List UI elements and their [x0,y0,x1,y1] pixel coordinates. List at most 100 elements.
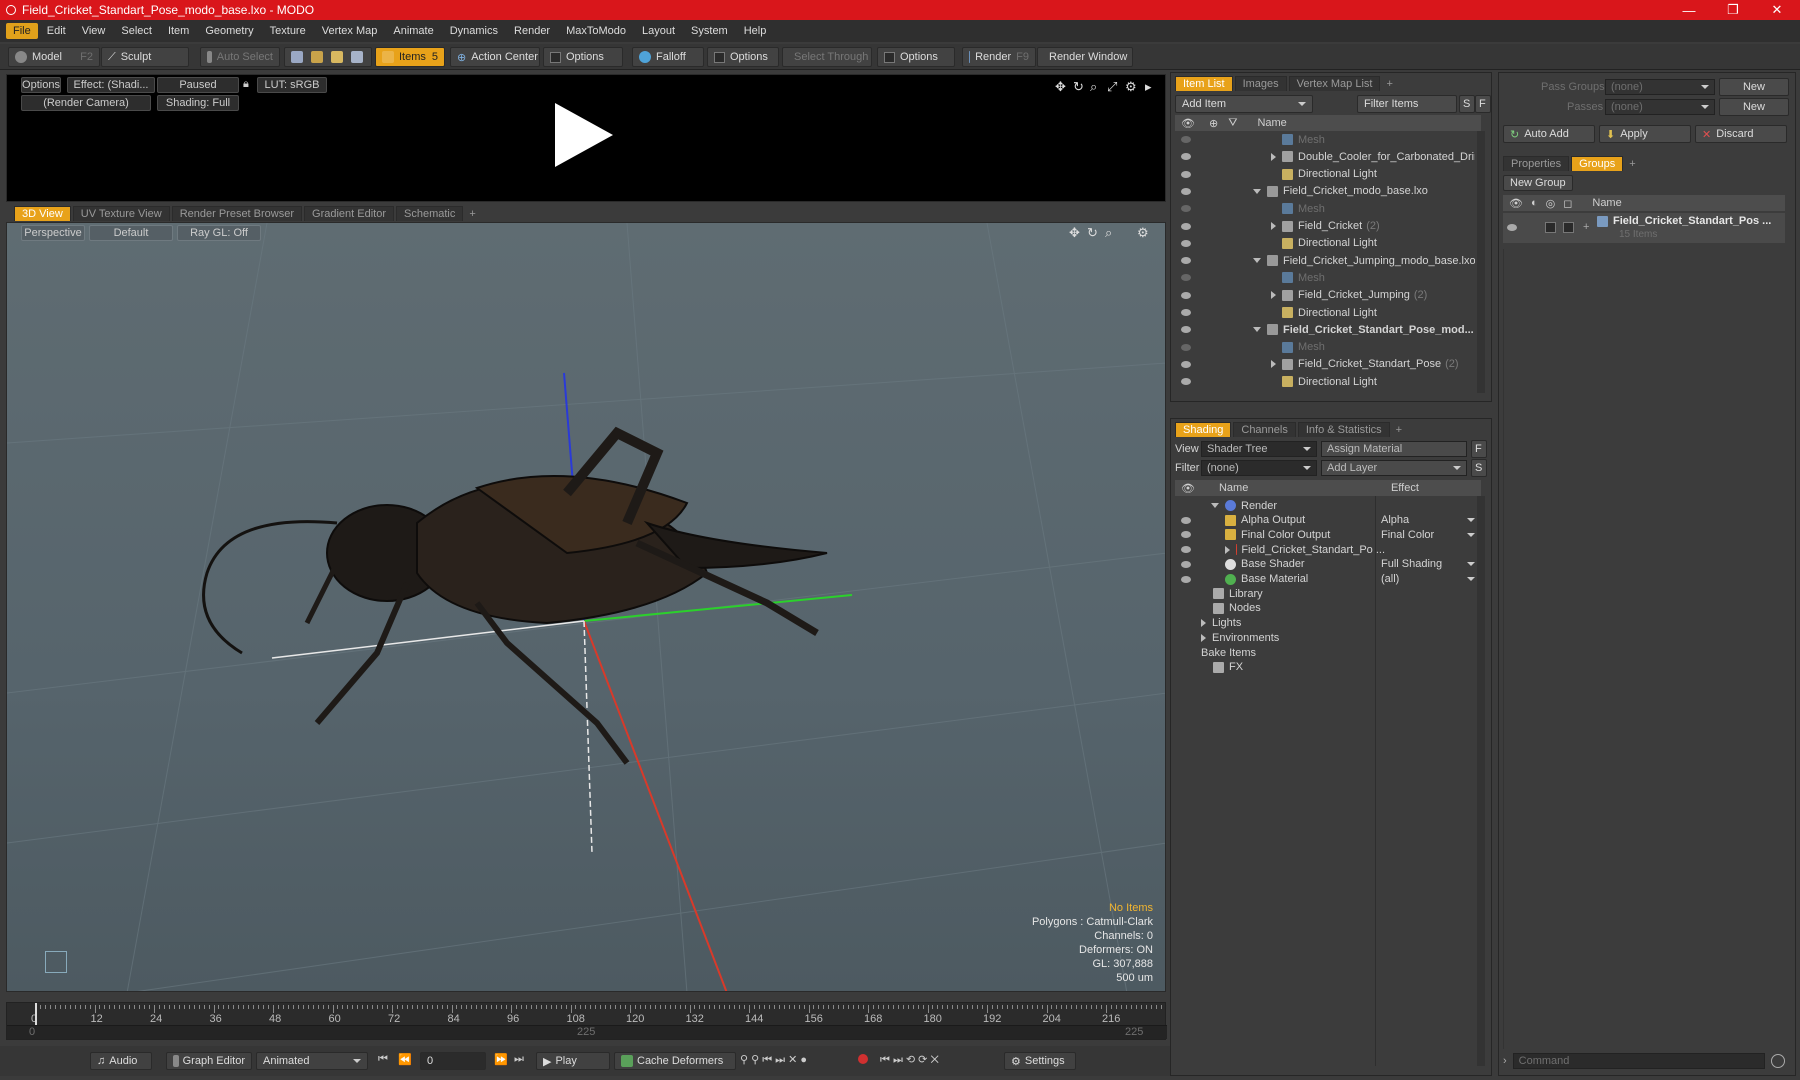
add-tab-button[interactable]: + [1382,77,1396,91]
effect-dropdown[interactable]: Final Color [1381,529,1475,541]
discard-button[interactable]: ✕ Discard [1695,125,1787,143]
add-tab-button[interactable]: + [1625,157,1639,171]
add-layer-dropdown[interactable]: Add Layer [1321,460,1467,476]
menu-help[interactable]: Help [737,23,774,39]
filter-dropdown[interactable]: (none) [1201,460,1317,476]
visibility-eye-icon[interactable] [1181,516,1191,524]
graph-editor-button[interactable]: Graph Editor [166,1052,252,1070]
collapse-arrow-icon[interactable] [1253,327,1261,333]
lock-checkbox[interactable] [1545,222,1556,233]
tab-shading[interactable]: Shading [1175,422,1232,437]
falloff-options-button[interactable]: Options [707,47,779,67]
assign-material-button[interactable]: Assign Material [1321,441,1467,457]
select-through-options-button[interactable]: Options [877,47,955,67]
menu-geometry[interactable]: Geometry [198,23,260,39]
shading-s-button[interactable]: S [1471,459,1487,477]
menu-select[interactable]: Select [114,23,159,39]
visibility-eye-icon[interactable] [1181,239,1191,247]
maximize-view-icon[interactable]: ⤢ [1107,79,1117,95]
tab-groups[interactable]: Groups [1571,156,1624,171]
visibility-eye-icon[interactable] [1181,170,1191,178]
action-center-button[interactable]: ⊕ Action Center [450,47,540,67]
raygl-dropdown[interactable]: Ray GL: Off [177,225,261,241]
tab-gradient-editor[interactable]: Gradient Editor [304,206,394,221]
item-row[interactable]: Directional Light [1175,304,1475,321]
play-button[interactable]: ▶ Play [536,1052,610,1070]
item-row[interactable]: Field_Cricket (2) [1175,218,1475,235]
menu-vertex-map[interactable]: Vertex Map [315,23,385,39]
new-pass-button[interactable]: New [1719,98,1789,116]
shader-tree-scrollbar[interactable] [1477,496,1485,1066]
expand-arrow-icon[interactable] [1271,152,1276,161]
vertices-mode-icon[interactable] [291,51,303,63]
group-row[interactable]: + Field_Cricket_Standart_Pos ... 15 Item… [1503,213,1785,243]
item-row[interactable]: Directional Light [1175,235,1475,252]
visibility-eye-icon[interactable] [1181,360,1191,368]
visibility-eye-icon[interactable] [1181,546,1191,554]
visibility-eye-icon[interactable] [1181,291,1191,299]
visibility-eye-icon[interactable] [1181,326,1191,334]
select-through-button[interactable]: Select Through [782,47,872,67]
preview-options-button[interactable]: Options [21,77,61,93]
add-tab-button[interactable]: + [465,207,479,221]
tab-render-preset-browser[interactable]: Render Preset Browser [171,206,303,221]
render-button[interactable]: Render F9 [962,47,1036,67]
visibility-eye-icon[interactable] [1181,222,1191,230]
scene-row[interactable]: Field_Cricket_modo_base.lxo [1175,183,1475,200]
go-to-start-icon[interactable]: ⏮ [378,1053,388,1066]
visibility-eye-icon[interactable] [1181,560,1191,568]
visibility-eye-icon[interactable] [1181,153,1191,161]
item-row[interactable]: Mesh [1175,339,1475,356]
settings-gear-icon[interactable]: ⚙ [1125,79,1137,95]
tab-channels[interactable]: Channels [1233,422,1296,437]
visibility-eye-icon[interactable] [1181,309,1191,316]
effect-dropdown[interactable]: (all) [1381,573,1475,585]
visibility-eye-icon[interactable] [1181,531,1191,539]
scene-row[interactable]: Field_Cricket_Jumping_modo_base.lxo [1175,252,1475,269]
apply-button[interactable]: ⬇ Apply [1599,125,1691,143]
visibility-eye-icon[interactable] [1181,257,1191,265]
model-mode-button[interactable]: Model F2 [8,47,100,67]
menu-render[interactable]: Render [507,23,557,39]
tab-info-statistics[interactable]: Info & Statistics [1297,422,1390,437]
expand-arrow-icon[interactable]: ▸ [1145,79,1152,95]
sculpt-mode-button[interactable]: ⟋ Sculpt [101,47,189,67]
action-center-options-button[interactable]: Options [543,47,623,67]
visibility-eye-icon[interactable] [1181,575,1191,583]
command-history-icon[interactable] [1771,1054,1785,1068]
render-camera-dropdown[interactable]: (Render Camera) [21,95,151,111]
collapse-arrow-icon[interactable] [1211,503,1219,508]
rotate-view-icon[interactable]: ↻ [1073,79,1084,95]
menu-item[interactable]: Item [161,23,196,39]
materials-mode-icon[interactable] [351,51,363,63]
visibility-eye-icon[interactable] [1181,343,1191,351]
menu-dynamics[interactable]: Dynamics [443,23,505,39]
close-button[interactable]: ✕ [1756,0,1798,20]
timeline-playhead[interactable] [35,1003,37,1025]
shading-f-button[interactable]: F [1471,440,1487,458]
falloff-button[interactable]: Falloff [632,47,704,67]
visibility-eye-icon[interactable] [1181,205,1191,213]
audio-button[interactable]: ♫ Audio [90,1052,152,1070]
collapse-arrow-icon[interactable] [1253,188,1261,194]
item-row[interactable]: Directional Light [1175,373,1475,390]
filter-items-button[interactable]: Filter Items [1357,95,1457,113]
passes-dropdown[interactable]: (none) [1605,99,1715,115]
cache-deformers-button[interactable]: Cache Deformers [614,1052,736,1070]
tab-3d-view[interactable]: 3D View [14,206,71,221]
auto-select-button[interactable]: Auto Select [200,47,280,67]
previous-key-icon[interactable]: ⏪ [398,1053,412,1066]
item-row[interactable]: Mesh [1175,200,1475,217]
add-tab-button[interactable]: + [1392,423,1406,437]
item-row[interactable]: Double_Cooler_for_Carbonated_Drink [1175,148,1475,165]
visibility-eye-icon[interactable] [1181,187,1191,195]
preview-effect-dropdown[interactable]: Effect: (Shadi... [67,77,155,93]
command-input[interactable]: Command [1512,1053,1765,1069]
visibility-eye-icon[interactable] [1181,136,1191,143]
expand-arrow-icon[interactable] [1225,545,1230,554]
timeline-range[interactable]: 0 225 225 [7,1025,1167,1039]
move-view-icon[interactable]: ✥ [1069,225,1080,241]
menu-edit[interactable]: Edit [40,23,73,39]
play-render-icon[interactable] [555,103,613,167]
shading-dropdown[interactable]: Shading: Full [157,95,239,111]
